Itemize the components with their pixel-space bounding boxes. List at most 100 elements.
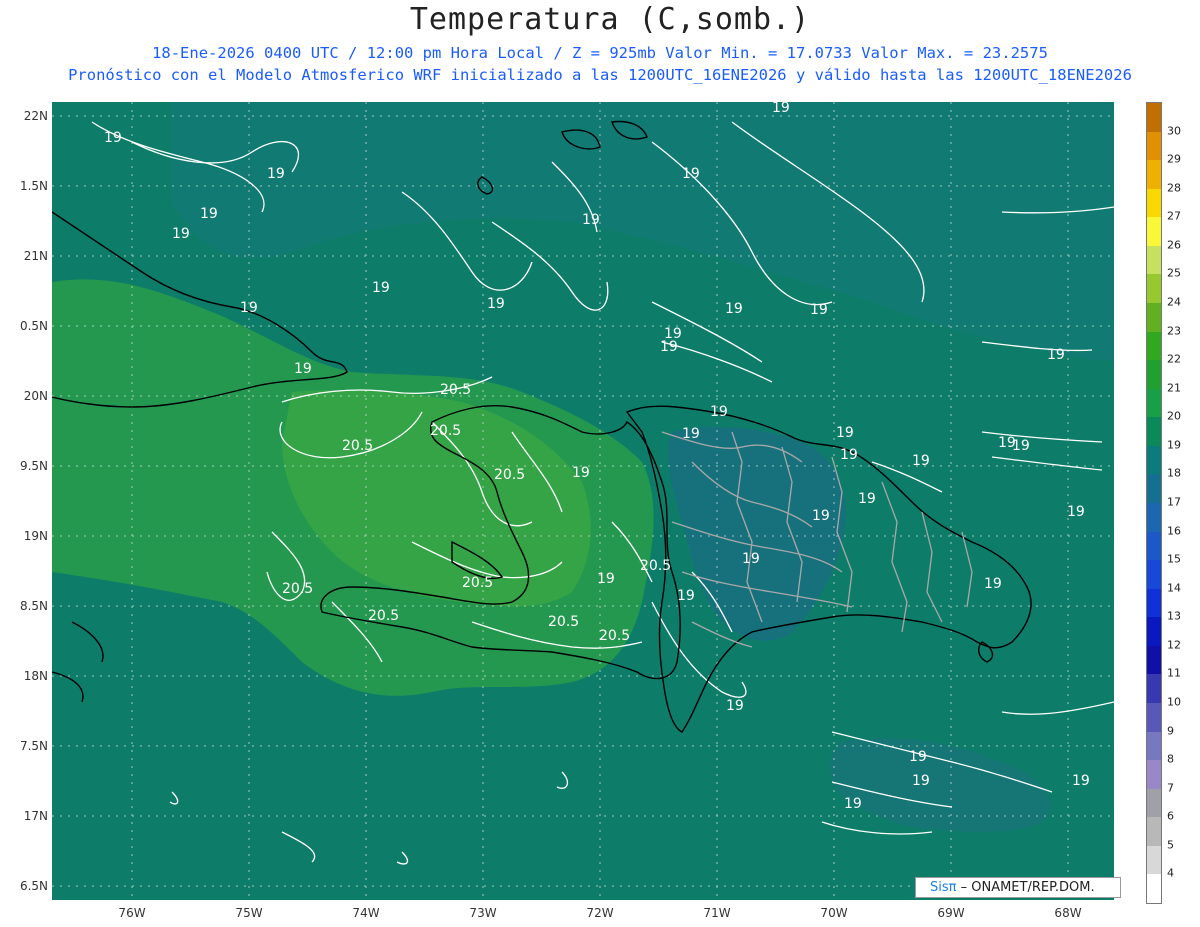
colorbar-label: 6 bbox=[1167, 809, 1174, 823]
contour-label-205: 20.5 bbox=[282, 581, 313, 597]
contour-label-19: 19 bbox=[840, 447, 858, 463]
credit-brand: Sisπ bbox=[930, 880, 957, 895]
contour-label-19: 19 bbox=[984, 576, 1002, 592]
contour-label-205: 20.5 bbox=[342, 438, 373, 454]
colorbar-segment bbox=[1147, 131, 1161, 161]
colorbar-label: 25 bbox=[1167, 266, 1181, 280]
colorbar-label: 11 bbox=[1167, 666, 1181, 680]
colorbar-segment bbox=[1147, 360, 1161, 390]
cool-pocket-south bbox=[830, 738, 1050, 832]
contour-label-19: 19 bbox=[858, 491, 876, 507]
colorbar-label: 8 bbox=[1167, 752, 1174, 766]
contour-label-19: 19 bbox=[836, 425, 854, 441]
colorbar-segment bbox=[1147, 388, 1161, 418]
lon-tick: 76W bbox=[118, 906, 146, 920]
colorbar-label: 28 bbox=[1167, 181, 1181, 195]
colorbar-segment bbox=[1147, 874, 1161, 904]
colorbar-label: 24 bbox=[1167, 295, 1181, 309]
lon-tick: 71W bbox=[703, 906, 731, 920]
colorbar-label: 12 bbox=[1167, 638, 1181, 652]
lat-tick: 20N bbox=[23, 389, 48, 403]
contour-label-19: 19 bbox=[912, 773, 930, 789]
lat-tick: 9.5N bbox=[19, 459, 48, 473]
colorbar-segment bbox=[1147, 588, 1161, 618]
contour-label-19: 19 bbox=[909, 749, 927, 765]
contour-label-19: 19 bbox=[772, 102, 790, 116]
contour-label-19: 19 bbox=[172, 226, 190, 242]
contour-label-19: 19 bbox=[1067, 504, 1085, 520]
lat-tick: 22N bbox=[23, 109, 48, 123]
contour-label-205: 20.5 bbox=[430, 423, 461, 439]
colorbar-segment bbox=[1147, 445, 1161, 475]
colorbar-segment bbox=[1147, 188, 1161, 218]
contour-label-19: 19 bbox=[812, 508, 830, 524]
colorbar-segment bbox=[1147, 845, 1161, 875]
lat-tick: 7.5N bbox=[19, 739, 48, 753]
colorbar-segment bbox=[1147, 160, 1161, 190]
contour-label-19: 19 bbox=[1047, 347, 1065, 363]
contour-label-19: 19 bbox=[1072, 773, 1090, 789]
colorbar-segment bbox=[1147, 103, 1161, 133]
colorbar-label: 13 bbox=[1167, 609, 1181, 623]
lat-tick: 21N bbox=[23, 249, 48, 263]
contour-label-19: 19 bbox=[710, 404, 728, 420]
map-title: Temperatura (C,somb.) bbox=[409, 2, 811, 37]
map-subtitle-model: Pronóstico con el Modelo Atmosferico WRF… bbox=[68, 66, 1132, 84]
colorbar-segment bbox=[1147, 417, 1161, 447]
colorbar-segment bbox=[1147, 503, 1161, 533]
colorbar-segment bbox=[1147, 703, 1161, 733]
colorbar-label: 10 bbox=[1167, 695, 1181, 709]
contour-label-19: 19 bbox=[810, 302, 828, 318]
colorbar-label: 30 bbox=[1167, 124, 1181, 138]
cool-region-north bbox=[172, 102, 1114, 362]
contour-label-205: 20.5 bbox=[368, 608, 399, 624]
colorbar-label: 5 bbox=[1167, 838, 1174, 852]
colorbar-label: 15 bbox=[1167, 552, 1181, 566]
contour-label-19: 19 bbox=[200, 206, 218, 222]
contour-label-19: 19 bbox=[682, 426, 700, 442]
contour-label-19: 19 bbox=[844, 796, 862, 812]
colorbar-segment bbox=[1147, 474, 1161, 504]
contour-label-19: 19 bbox=[597, 571, 615, 587]
contour-label-19: 19 bbox=[660, 339, 678, 355]
contour-label-205: 20.5 bbox=[548, 614, 579, 630]
contour-label-205: 20.5 bbox=[640, 558, 671, 574]
colorbar-label: 27 bbox=[1167, 209, 1181, 223]
contour-label-19: 19 bbox=[742, 551, 760, 567]
colorbar-segment bbox=[1147, 674, 1161, 704]
credit-org: – ONAMET/REP.DOM. bbox=[960, 880, 1095, 895]
colorbar-label: 29 bbox=[1167, 152, 1181, 166]
colorbar-segment bbox=[1147, 531, 1161, 561]
lon-tick: 69W bbox=[937, 906, 965, 920]
lon-tick: 73W bbox=[469, 906, 497, 920]
contour-label-19: 19 bbox=[582, 212, 600, 228]
credit-box: Sisπ – ONAMET/REP.DOM. bbox=[915, 877, 1121, 898]
colorbar-label: 16 bbox=[1167, 524, 1181, 538]
contour-label-19: 19 bbox=[726, 698, 744, 714]
map-canvas: 19 19 19 19 19 19 19 19 19 19 19 19 19 1… bbox=[52, 102, 1114, 900]
colorbar-segment bbox=[1147, 645, 1161, 675]
colorbar-label: 14 bbox=[1167, 581, 1181, 595]
contour-label-19: 19 bbox=[267, 166, 285, 182]
contour-label-19: 19 bbox=[998, 435, 1016, 451]
colorbar-label: 7 bbox=[1167, 781, 1174, 795]
contour-label-19: 19 bbox=[572, 465, 590, 481]
colorbar-label: 18 bbox=[1167, 466, 1181, 480]
lon-tick: 75W bbox=[235, 906, 263, 920]
contour-label-205: 20.5 bbox=[462, 575, 493, 591]
contour-label-205: 20.5 bbox=[599, 628, 630, 644]
lat-tick: 19N bbox=[23, 529, 48, 543]
colorbar-label: 26 bbox=[1167, 238, 1181, 252]
lat-tick: 0.5N bbox=[19, 319, 48, 333]
colorbar-segment bbox=[1147, 560, 1161, 590]
colorbar-segment bbox=[1147, 817, 1161, 847]
lat-tick: 17N bbox=[23, 809, 48, 823]
contour-label-19: 19 bbox=[294, 361, 312, 377]
colorbar-label: 23 bbox=[1167, 324, 1181, 338]
colorbar-label: 19 bbox=[1167, 438, 1181, 452]
lat-tick: 1.5N bbox=[19, 179, 48, 193]
colorbar bbox=[1146, 102, 1162, 904]
colorbar-segment bbox=[1147, 731, 1161, 761]
contour-label-19: 19 bbox=[240, 300, 258, 316]
colorbar-segment bbox=[1147, 303, 1161, 333]
